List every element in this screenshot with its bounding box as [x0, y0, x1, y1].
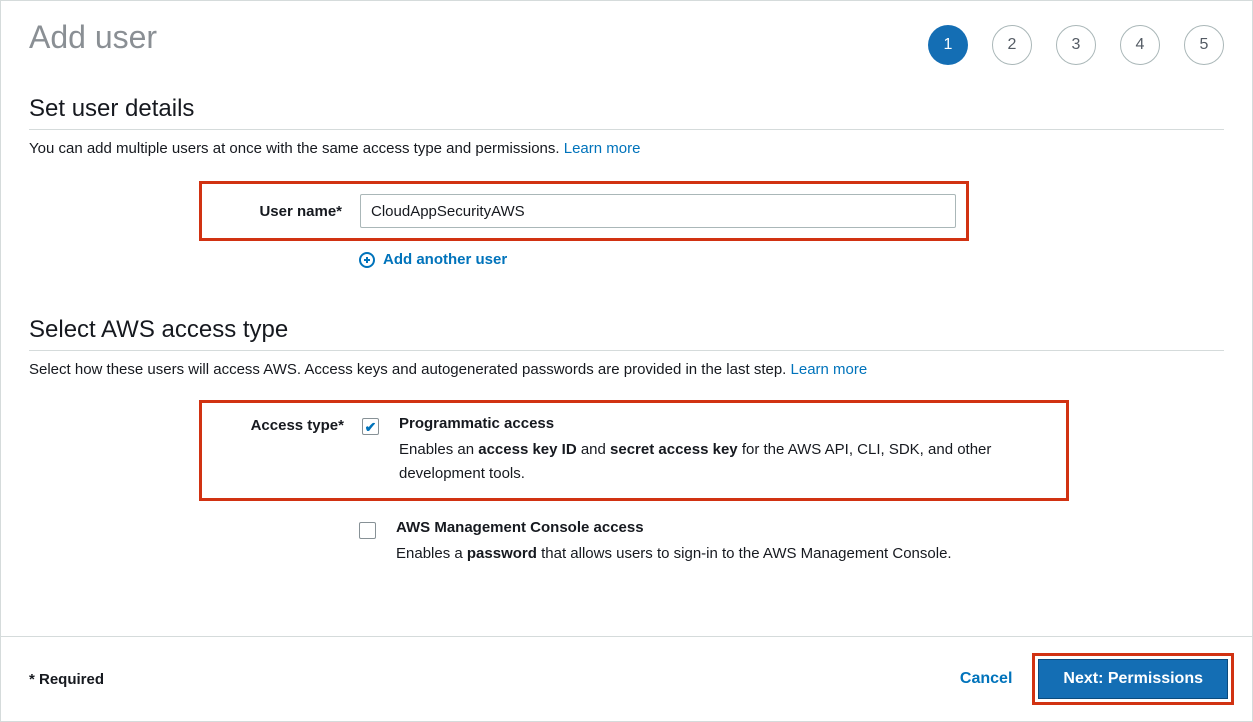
console-title: AWS Management Console access — [396, 519, 1089, 536]
cons-desc-1: Enables a — [396, 545, 467, 562]
console-desc: Enables a password that allows users to … — [396, 542, 1089, 566]
user-details-desc: You can add multiple users at once with … — [29, 140, 1224, 157]
page-title: Add user — [29, 19, 157, 56]
access-type-highlight: Access type* Programmatic access Enables… — [199, 400, 1069, 501]
access-type-desc: Select how these users will access AWS. … — [29, 361, 1224, 378]
add-another-user[interactable]: Add another user — [359, 251, 1224, 268]
cons-bold-1: password — [467, 545, 537, 562]
cancel-button[interactable]: Cancel — [960, 670, 1012, 688]
plus-icon — [359, 252, 375, 268]
username-label: User name* — [210, 203, 360, 220]
next-button-highlight: Next: Permissions — [1032, 653, 1234, 705]
prog-bold-1: access key ID — [478, 441, 576, 458]
wizard-step-1[interactable]: 1 — [928, 25, 968, 65]
cons-desc-2: that allows users to sign-in to the AWS … — [537, 545, 952, 562]
prog-desc-2: and — [577, 441, 610, 458]
programmatic-desc: Enables an access key ID and secret acce… — [399, 438, 1046, 486]
programmatic-checkbox[interactable] — [362, 418, 379, 435]
username-input[interactable] — [360, 194, 956, 228]
wizard-step-3[interactable]: 3 — [1056, 25, 1096, 65]
programmatic-title: Programmatic access — [399, 415, 1046, 432]
learn-more-link-user[interactable]: Learn more — [564, 140, 641, 157]
wizard-steps: 1 2 3 4 5 — [928, 25, 1224, 65]
console-checkbox[interactable] — [359, 522, 376, 539]
section-user-details: Set user details You can add multiple us… — [29, 95, 1224, 268]
access-type-label: Access type* — [212, 415, 362, 434]
add-another-user-label: Add another user — [383, 251, 507, 268]
wizard-step-2[interactable]: 2 — [992, 25, 1032, 65]
footer: * Required Cancel Next: Permissions — [1, 636, 1252, 721]
prog-bold-2: secret access key — [610, 441, 738, 458]
learn-more-link-access[interactable]: Learn more — [791, 361, 868, 378]
user-details-desc-text: You can add multiple users at once with … — [29, 140, 564, 157]
access-type-desc-text: Select how these users will access AWS. … — [29, 361, 791, 378]
wizard-step-5[interactable]: 5 — [1184, 25, 1224, 65]
next-permissions-button[interactable]: Next: Permissions — [1038, 659, 1228, 699]
username-highlight: User name* — [199, 181, 969, 241]
user-details-title: Set user details — [29, 95, 1224, 130]
required-label: * Required — [29, 671, 104, 688]
console-access-option: AWS Management Console access Enables a … — [359, 519, 1089, 566]
access-type-title: Select AWS access type — [29, 316, 1224, 351]
wizard-step-4[interactable]: 4 — [1120, 25, 1160, 65]
section-access-type: Select AWS access type Select how these … — [29, 316, 1224, 566]
prog-desc-1: Enables an — [399, 441, 478, 458]
